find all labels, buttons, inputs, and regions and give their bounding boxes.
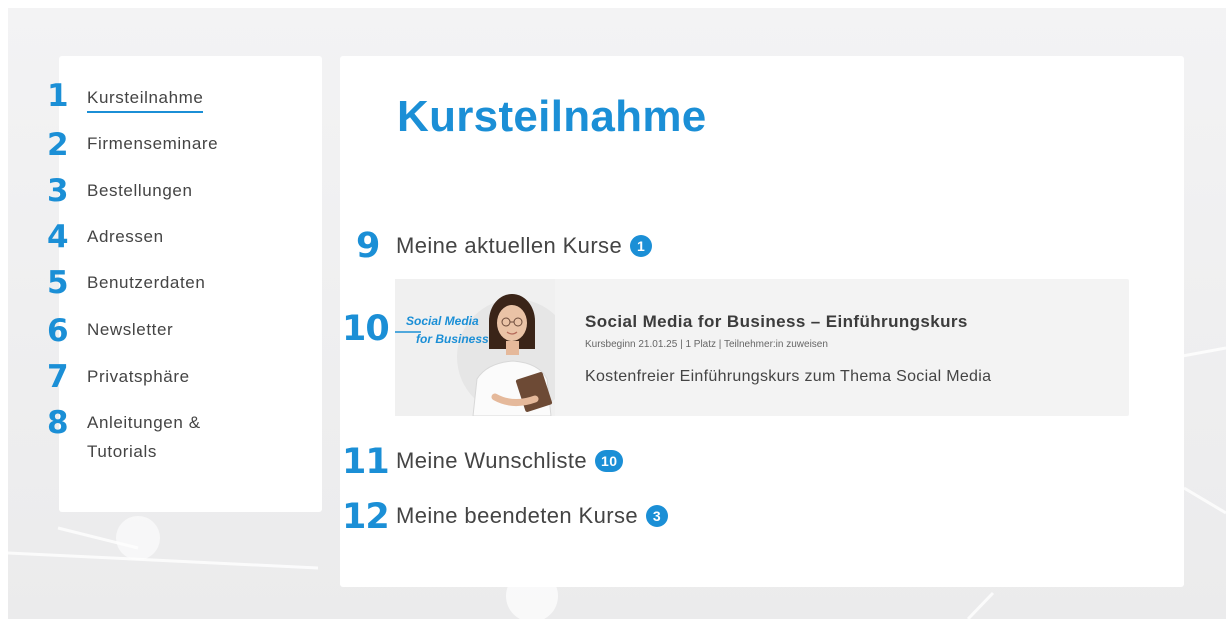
sidebar-item-number: 6 (47, 313, 69, 349)
page-title: Kursteilnahme (397, 92, 707, 141)
course-thumbnail: Social Media for Business (395, 279, 555, 416)
account-sidebar: 1 Kursteilnahme 2 Firmenseminare 3 Beste… (47, 56, 322, 512)
course-card[interactable]: Social Media for Business Social Media f… (395, 279, 1129, 416)
sidebar-item-label-line2[interactable]: Tutorials (87, 437, 157, 467)
count-badge: 3 (646, 505, 669, 527)
sidebar-item-number: 4 (47, 219, 69, 255)
main-content: Kursteilnahme 9 Meine aktuellen Kurse 1 1… (340, 56, 1184, 587)
sidebar-item-number: 1 (47, 78, 69, 114)
sidebar-item-label[interactable]: Kursteilnahme (87, 85, 204, 113)
sidebar-item-label[interactable]: Firmenseminare (87, 129, 218, 159)
sidebar-item-number: 2 (47, 127, 69, 163)
sidebar-item-number: 8 (47, 405, 69, 441)
section-wishlist-title[interactable]: Meine Wunschliste 10 (396, 446, 624, 476)
section-title-text: Meine aktuellen Kurse (396, 233, 623, 258)
thumbnail-caption-line2: for Business (416, 332, 489, 346)
sidebar-item-label[interactable]: Newsletter (87, 315, 173, 345)
course-title[interactable]: Social Media for Business – Einführungsk… (585, 312, 968, 332)
section-number: 9 (356, 226, 380, 266)
course-description: Kostenfreier Einführungskurs zum Thema S… (585, 368, 992, 385)
thumbnail-caption-line1: Social Media (406, 314, 479, 328)
sidebar-item-label-line1[interactable]: Anleitungen & (87, 408, 201, 438)
sidebar-item-label[interactable]: Benutzerdaten (87, 268, 205, 298)
course-thumbnail-caption: Social Media for Business (406, 312, 489, 348)
section-title-text: Meine Wunschliste (396, 448, 588, 473)
section-title-text: Meine beendeten Kurse (396, 503, 639, 528)
course-meta: Kursbeginn 21.01.25 | 1 Platz | Teilnehm… (585, 339, 828, 350)
sidebar-item-number: 5 (47, 265, 69, 301)
section-number: 11 (342, 442, 390, 482)
section-finished-courses-title[interactable]: Meine beendeten Kurse 3 (396, 501, 669, 531)
sidebar-item-number: 3 (47, 173, 69, 209)
course-card-number: 10 (342, 309, 390, 349)
count-badge: 1 (630, 235, 653, 257)
section-number: 12 (342, 497, 390, 537)
section-current-courses-title[interactable]: Meine aktuellen Kurse 1 (396, 231, 653, 261)
count-badge: 10 (595, 450, 624, 472)
sidebar-item-label[interactable]: Adressen (87, 222, 164, 252)
sidebar-item-number: 7 (47, 359, 69, 395)
sidebar-item-label[interactable]: Bestellungen (87, 176, 193, 206)
sidebar-item-label[interactable]: Privatsphäre (87, 362, 190, 392)
